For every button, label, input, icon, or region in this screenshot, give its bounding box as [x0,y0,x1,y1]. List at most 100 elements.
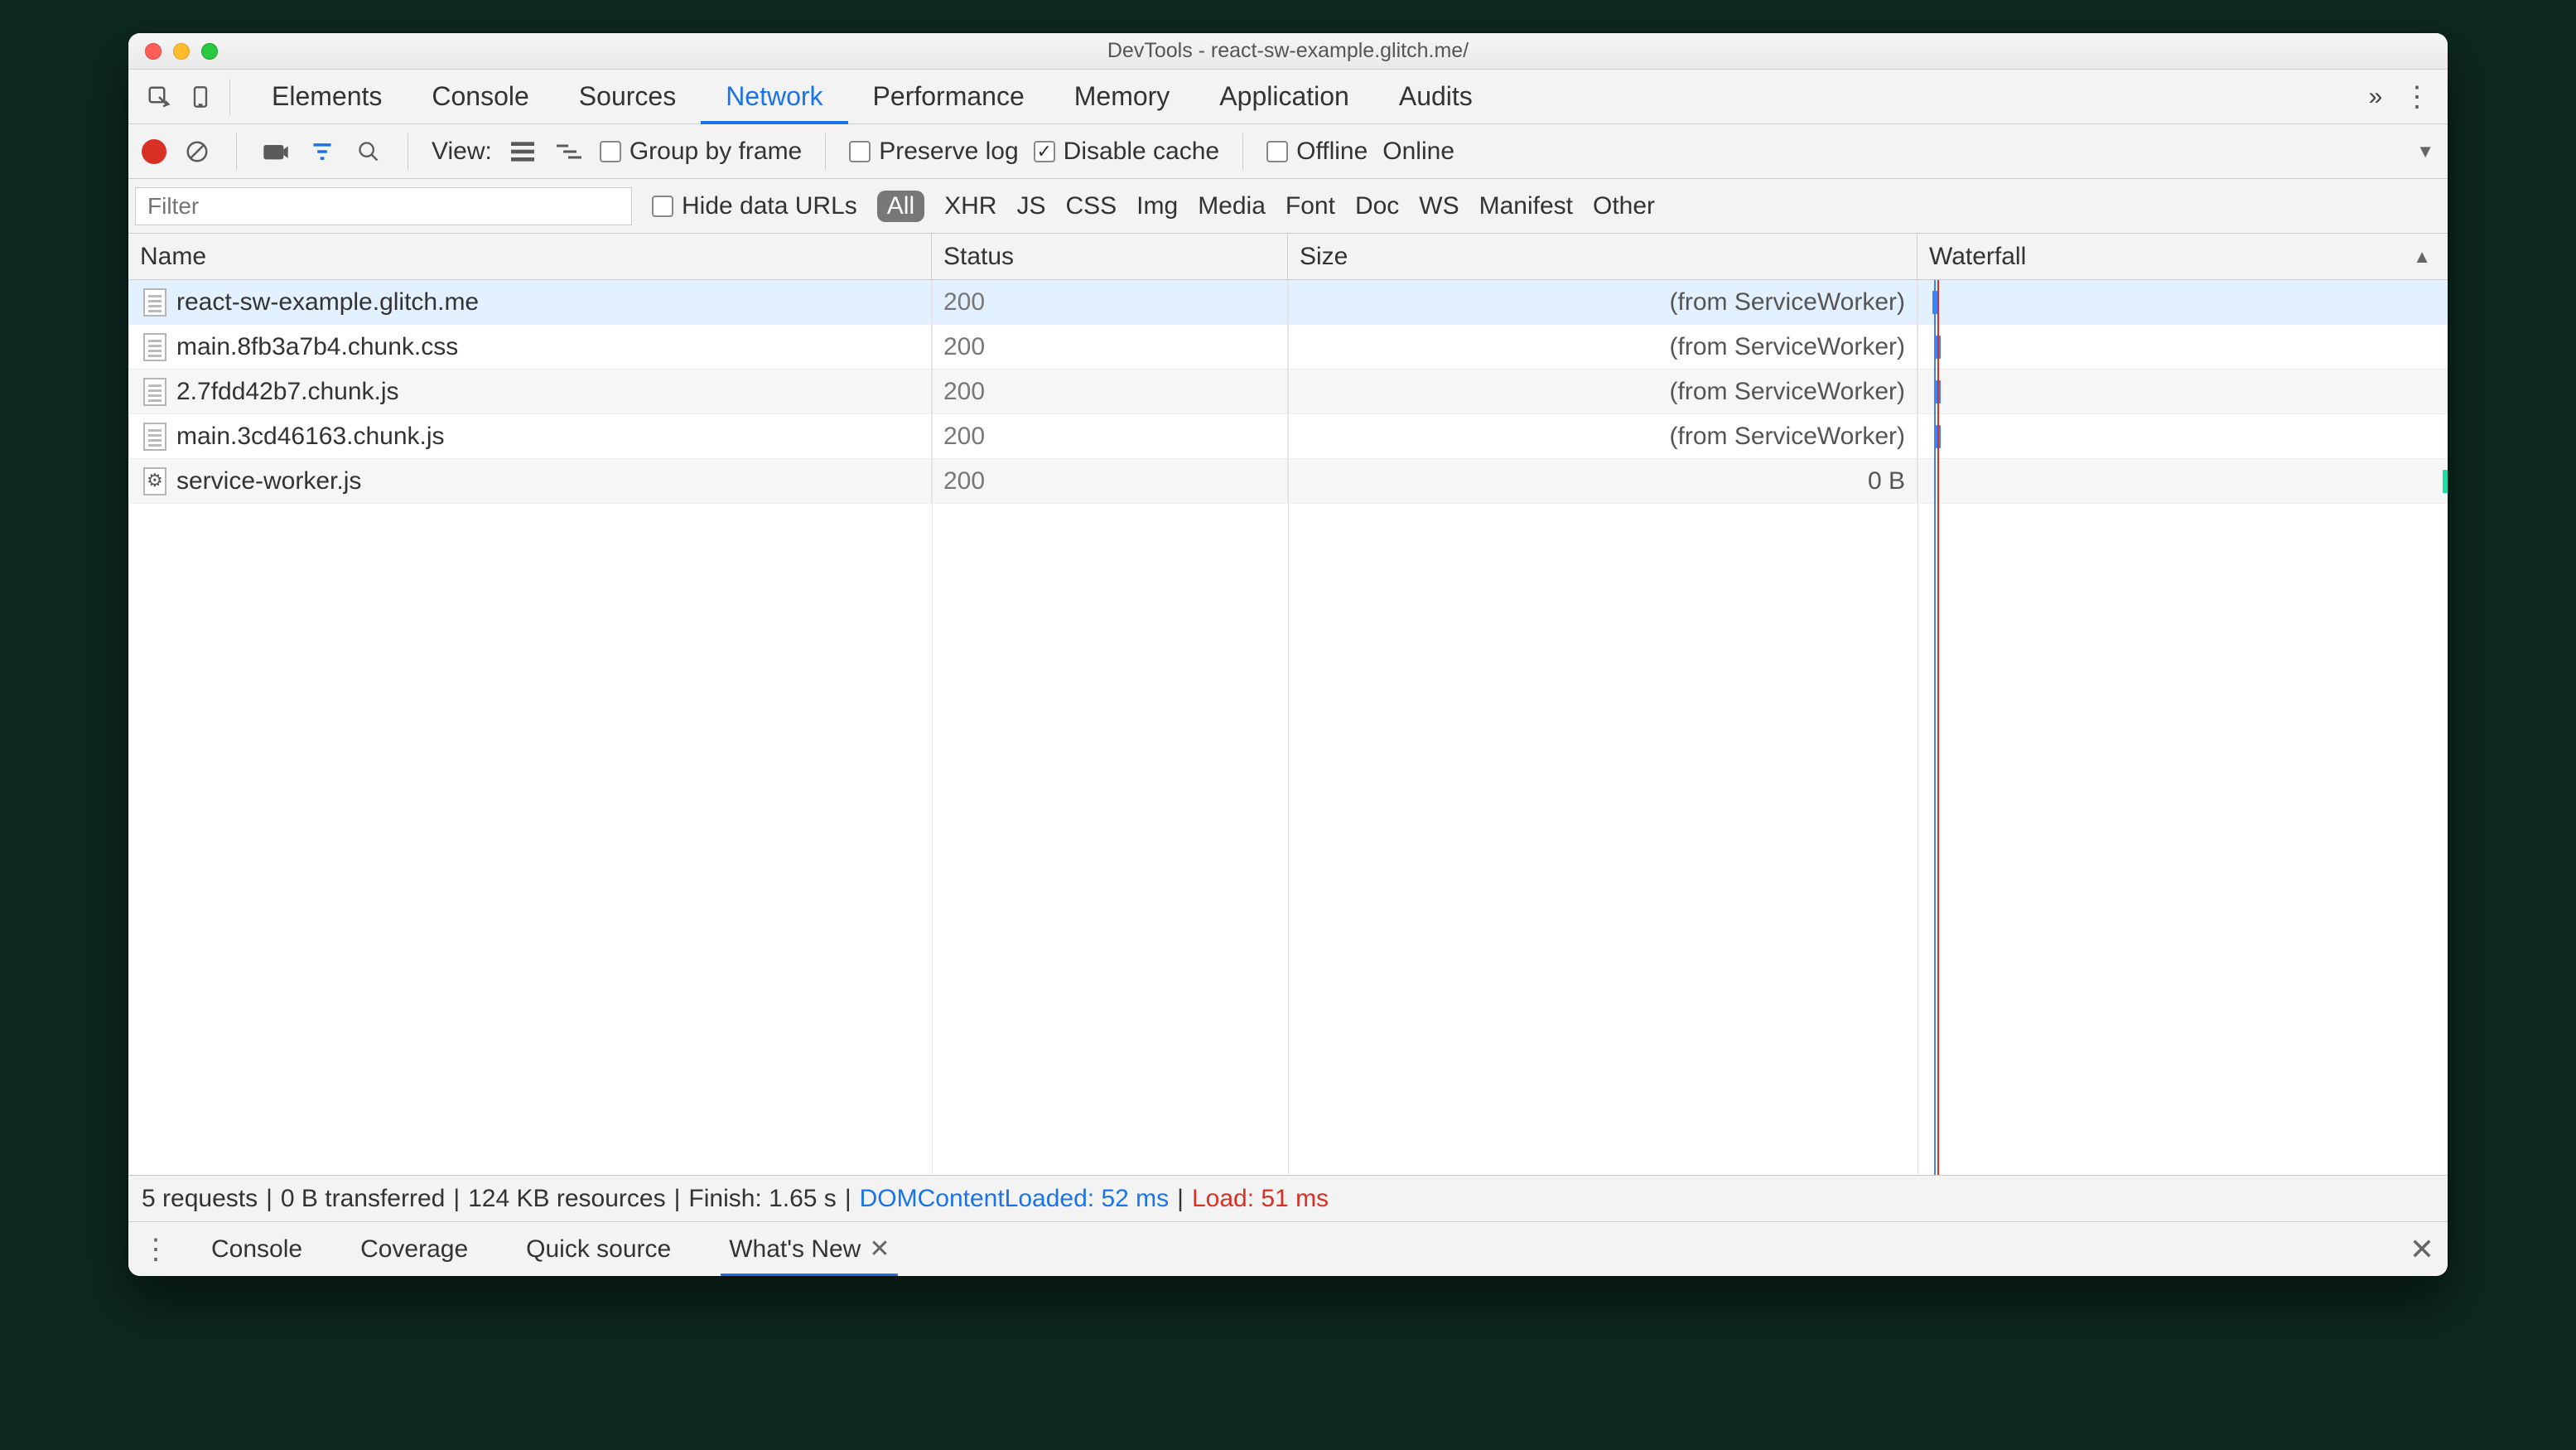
request-size: 0 B [1288,459,1918,503]
close-window-button[interactable] [145,43,162,60]
tab-audits[interactable]: Audits [1374,70,1498,123]
filter-type-css[interactable]: CSS [1065,192,1117,220]
summary-resources: 124 KB resources [468,1185,665,1213]
titlebar: DevTools - react-sw-example.glitch.me/ [128,33,2448,70]
overflow-tabs-icon[interactable]: » [2355,83,2396,111]
column-header-size[interactable]: Size [1288,234,1918,279]
tab-application[interactable]: Application [1194,70,1374,123]
request-name: main.3cd46163.chunk.js [176,423,445,451]
separator [229,79,230,115]
summary-finish: Finish: 1.65 s [688,1185,836,1213]
filter-type-manifest[interactable]: Manifest [1479,192,1573,220]
table-row[interactable]: react-sw-example.glitch.me200(from Servi… [128,280,2448,325]
request-waterfall [1918,414,2448,458]
table-row[interactable]: service-worker.js2000 B [128,459,2448,504]
drawer-tabstrip: ⋮ Console Coverage Quick source What's New … [128,1221,2448,1276]
online-select[interactable]: Online [1382,138,1454,166]
throttling-dropdown-icon[interactable]: ▼ [2416,141,2434,162]
window-controls [128,43,218,60]
filter-icon[interactable] [306,140,338,163]
document-icon [143,333,166,361]
filter-type-font[interactable]: Font [1286,192,1335,220]
filter-type-doc[interactable]: Doc [1355,192,1399,220]
drawer-tab-coverage[interactable]: Coverage [352,1222,476,1276]
separator [825,133,826,170]
request-name: main.8fb3a7b4.chunk.css [176,333,458,361]
offline-label: Offline [1296,138,1368,166]
summary-bar: 5 requests| 0 B transferred| 124 KB reso… [128,1175,2448,1221]
table-row[interactable]: main.8fb3a7b4.chunk.css 200(from ServiceW… [128,325,2448,370]
kebab-menu-icon[interactable]: ⋮ [2396,80,2438,114]
group-by-frame-checkbox[interactable]: Group by frame [600,138,802,166]
column-header-waterfall[interactable]: Waterfall ▲ [1918,234,2448,279]
offline-checkbox[interactable]: Offline [1266,138,1368,166]
column-header-status[interactable]: Status [932,234,1288,279]
drawer-menu-icon[interactable]: ⋮ [142,1233,170,1266]
drawer-tab-quick-source[interactable]: Quick source [518,1222,679,1276]
request-size: (from ServiceWorker) [1288,414,1918,458]
filter-type-other[interactable]: Other [1593,192,1655,220]
tab-elements[interactable]: Elements [247,70,407,123]
tab-sources[interactable]: Sources [554,70,701,123]
overview-icon[interactable] [553,143,585,161]
filter-type-xhr[interactable]: XHR [944,192,996,220]
gear-icon [143,467,166,495]
close-tab-icon[interactable]: ✕ [869,1235,890,1264]
checkbox-icon [652,196,673,217]
inspect-element-icon[interactable] [138,85,180,109]
document-icon [143,288,166,317]
tab-console[interactable]: Console [407,70,553,123]
filter-type-img[interactable]: Img [1136,192,1178,220]
request-status: 200 [932,459,1288,503]
summary-dcl: DOMContentLoaded: 52 ms [860,1185,1170,1213]
network-table-header: Name Status Size Waterfall ▲ [128,234,2448,280]
clear-button[interactable] [181,139,213,164]
table-row[interactable]: main.3cd46163.chunk.js200(from ServiceWo… [128,414,2448,459]
record-button[interactable] [142,139,166,164]
drawer-tab-what-s-new[interactable]: What's New ✕ [721,1222,898,1276]
waterfall-label: Waterfall [1929,243,2026,271]
column-header-name[interactable]: Name [128,234,932,279]
summary-transferred: 0 B transferred [281,1185,445,1213]
preserve-log-checkbox[interactable]: Preserve log [849,138,1018,166]
close-drawer-icon[interactable]: ✕ [2410,1232,2434,1267]
tab-network[interactable]: Network [701,70,847,123]
capture-screenshots-icon[interactable] [260,141,292,162]
waterfall-bar [1932,291,1937,314]
hide-data-urls-label: Hide data URLs [682,192,857,220]
request-size: (from ServiceWorker) [1288,325,1918,369]
filter-input[interactable] [135,187,632,225]
request-waterfall [1918,325,2448,369]
disable-cache-checkbox[interactable]: Disable cache [1034,138,1219,166]
document-icon [143,378,166,406]
tab-memory[interactable]: Memory [1049,70,1195,123]
filter-type-ws[interactable]: WS [1419,192,1459,220]
large-rows-icon[interactable] [507,142,538,162]
filter-type-media[interactable]: Media [1198,192,1266,220]
request-waterfall [1918,459,2448,503]
filter-type-all[interactable]: All [877,191,924,222]
devtools-window: DevTools - react-sw-example.glitch.me/ E… [128,33,2448,1276]
request-size: (from ServiceWorker) [1288,370,1918,413]
request-status: 200 [932,370,1288,413]
request-name: 2.7fdd42b7.chunk.js [176,378,399,406]
request-status: 200 [932,325,1288,369]
separator [1242,133,1243,170]
document-icon [143,423,166,451]
main-tabstrip: ElementsConsoleSourcesNetworkPerformance… [128,70,2448,124]
device-toolbar-icon[interactable] [180,85,221,109]
minimize-window-button[interactable] [173,43,190,60]
summary-requests: 5 requests [142,1185,258,1213]
drawer-tab-console[interactable]: Console [203,1222,311,1276]
search-icon[interactable] [353,140,384,163]
tab-performance[interactable]: Performance [848,70,1049,123]
request-status: 200 [932,280,1288,324]
request-name: react-sw-example.glitch.me [176,288,479,317]
disable-cache-label: Disable cache [1064,138,1219,166]
filter-type-js[interactable]: JS [1016,192,1045,220]
separator [236,133,237,170]
preserve-log-label: Preserve log [879,138,1018,166]
zoom-window-button[interactable] [201,43,218,60]
hide-data-urls-checkbox[interactable]: Hide data URLs [652,192,857,220]
table-row[interactable]: 2.7fdd42b7.chunk.js 200(from ServiceWorke… [128,370,2448,414]
